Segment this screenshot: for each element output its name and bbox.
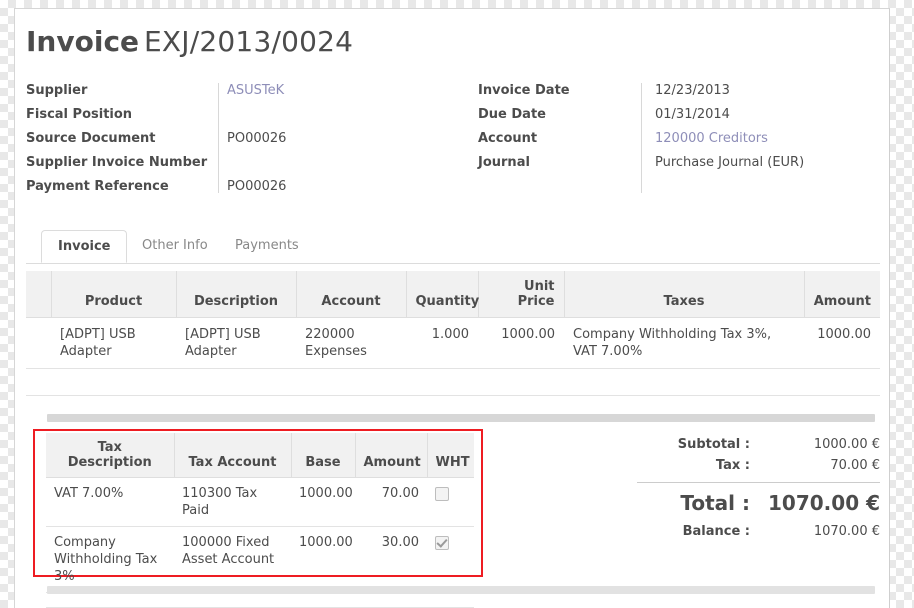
totals-tax-label: Tax : <box>715 458 750 473</box>
field-invoice-date-label: Invoice Date <box>478 83 570 98</box>
tax-col-wht[interactable]: WHT <box>427 433 474 478</box>
field-source-document-label: Source Document <box>26 131 156 146</box>
tax-row-description: Company Withholding Tax 3% <box>46 526 174 593</box>
field-due-date-value[interactable]: 01/31/2014 <box>655 103 730 127</box>
totals-tax-value: 70.00 € <box>830 458 880 473</box>
totals-total-row: Total : 1070.00 € <box>615 487 880 519</box>
lines-col-unit-price[interactable]: Unit Price <box>478 271 565 318</box>
field-account-value[interactable]: 120000 Creditors <box>655 127 768 151</box>
tax-header-row: Tax Description Tax Account Base Amount … <box>46 433 474 478</box>
totals-balance-value: 1070.00 € <box>813 524 880 539</box>
tax-horizontal-scrollbar[interactable] <box>47 586 875 594</box>
lines-col-taxes[interactable]: Taxes <box>564 271 805 318</box>
totals-balance-label: Balance : <box>682 524 750 539</box>
tax-col-description[interactable]: Tax Description <box>46 433 175 478</box>
field-fiscal-position: Fiscal Position <box>26 103 426 127</box>
field-journal-label: Journal <box>478 155 530 170</box>
field-payment-reference-label: Payment Reference <box>26 179 169 194</box>
tab-payments[interactable]: Payments <box>219 230 315 262</box>
tax-row-amount: 70.00 <box>355 477 427 527</box>
field-account-label: Account <box>478 131 538 146</box>
line-account: 220000 Expenses <box>296 317 406 369</box>
lines-empty-row[interactable] <box>26 368 880 396</box>
field-payment-reference-value[interactable]: PO00026 <box>227 175 286 199</box>
tax-row-wht-cell <box>427 477 474 527</box>
tab-invoice[interactable]: Invoice <box>41 230 128 263</box>
tax-table-tail-row <box>46 592 474 608</box>
table-row[interactable]: Company Withholding Tax 3% 100000 Fixed … <box>46 526 474 593</box>
lines-col-quantity[interactable]: Quantity <box>406 271 479 318</box>
field-supplier: Supplier ASUSTeK <box>26 79 426 103</box>
table-row[interactable]: VAT 7.00% 110300 Tax Paid 1000.00 70.00 <box>46 477 474 527</box>
field-supplier-invoice-number-label: Supplier Invoice Number <box>26 155 208 170</box>
invoice-header-form: Supplier ASUSTeK Fiscal Position Source … <box>26 79 880 204</box>
lines-col-amount[interactable]: Amount <box>804 271 880 318</box>
tab-other-info[interactable]: Other Info <box>126 230 224 262</box>
field-supplier-invoice-number: Supplier Invoice Number <box>26 151 426 175</box>
tax-col-account[interactable]: Tax Account <box>174 433 292 478</box>
invoice-lines-table: Product Description Account Quantity Uni… <box>26 271 880 416</box>
line-handle[interactable] <box>26 317 51 369</box>
tax-lines-highlight-box: Tax Description Tax Account Base Amount … <box>33 429 483 608</box>
field-invoice-date: Invoice Date 12/23/2013 <box>478 79 878 103</box>
invoice-page: Invoice EXJ/2013/0024 Supplier ASUSTeK Fi… <box>14 8 890 608</box>
field-supplier-label: Supplier <box>26 83 88 98</box>
wht-checkbox-checked[interactable] <box>435 535 449 550</box>
tax-row-amount: 30.00 <box>355 526 427 593</box>
field-journal-value[interactable]: Purchase Journal (EUR) <box>655 151 804 175</box>
lines-horizontal-scrollbar[interactable] <box>47 414 875 422</box>
table-row[interactable]: [ADPT] USB Adapter [ADPT] USB Adapter 22… <box>26 317 880 369</box>
lines-empty-cell[interactable] <box>26 368 880 396</box>
totals-subtotal-row: Subtotal : 1000.00 € <box>615 434 880 455</box>
field-payment-reference: Payment Reference PO00026 <box>26 175 426 199</box>
lines-col-description[interactable]: Description <box>176 271 297 318</box>
totals-balance-row: Balance : 1070.00 € <box>615 521 880 542</box>
line-taxes: Company Withholding Tax 3%, VAT 7.00% <box>564 317 804 369</box>
totals-panel: Subtotal : 1000.00 € Tax : 70.00 € Total… <box>615 434 880 542</box>
tax-row-account: 100000 Fixed Asset Account <box>174 526 291 593</box>
lines-col-account[interactable]: Account <box>296 271 407 318</box>
tax-row-base: 1000.00 <box>291 526 355 593</box>
field-due-date-label: Due Date <box>478 107 546 122</box>
header-right-column: Invoice Date 12/23/2013 Due Date 01/31/2… <box>478 79 878 175</box>
field-source-document-value[interactable]: PO00026 <box>227 127 286 151</box>
line-amount: 1000.00 <box>804 317 880 369</box>
tax-row-account: 110300 Tax Paid <box>174 477 291 527</box>
page-title: Invoice EXJ/2013/0024 <box>26 25 353 59</box>
tax-col-amount[interactable]: Amount <box>355 433 428 478</box>
totals-subtotal-value: 1000.00 € <box>813 437 880 452</box>
field-journal: Journal Purchase Journal (EUR) <box>478 151 878 175</box>
header-left-column: Supplier ASUSTeK Fiscal Position Source … <box>26 79 426 199</box>
wht-checkbox-unchecked[interactable] <box>435 486 449 501</box>
tab-bar: Invoice Other Info Payments <box>26 230 880 264</box>
lines-header-row: Product Description Account Quantity Uni… <box>26 271 880 318</box>
totals-tax-row: Tax : 70.00 € <box>615 455 880 476</box>
totals-total-value: 1070.00 € <box>768 491 880 515</box>
lines-add-row[interactable] <box>26 396 880 417</box>
line-quantity: 1.000 <box>406 317 478 369</box>
lines-col-product[interactable]: Product <box>51 271 177 318</box>
tax-table-tail-cell <box>46 592 474 608</box>
line-unit-price: 1000.00 <box>478 317 564 369</box>
tax-row-base: 1000.00 <box>291 477 355 527</box>
field-invoice-date-value[interactable]: 12/23/2013 <box>655 79 730 103</box>
tax-col-base[interactable]: Base <box>291 433 356 478</box>
totals-total-label: Total : <box>680 491 750 515</box>
totals-subtotal-label: Subtotal : <box>677 437 750 452</box>
field-fiscal-position-label: Fiscal Position <box>26 107 133 122</box>
line-product: [ADPT] USB Adapter <box>51 317 176 369</box>
page-title-prefix: Invoice <box>26 25 140 58</box>
field-supplier-value[interactable]: ASUSTeK <box>227 79 284 103</box>
totals-divider <box>637 482 880 483</box>
field-account: Account 120000 Creditors <box>478 127 878 151</box>
field-due-date: Due Date 01/31/2014 <box>478 103 878 127</box>
line-description: [ADPT] USB Adapter <box>176 317 296 369</box>
field-source-document: Source Document PO00026 <box>26 127 426 151</box>
lines-add-cell[interactable] <box>26 396 880 417</box>
lines-handle-header <box>26 271 52 318</box>
tax-row-wht-cell <box>427 526 474 593</box>
page-title-number: EXJ/2013/0024 <box>144 25 354 58</box>
tax-row-description: VAT 7.00% <box>46 477 174 527</box>
tax-lines-table: Tax Description Tax Account Base Amount … <box>46 433 474 608</box>
